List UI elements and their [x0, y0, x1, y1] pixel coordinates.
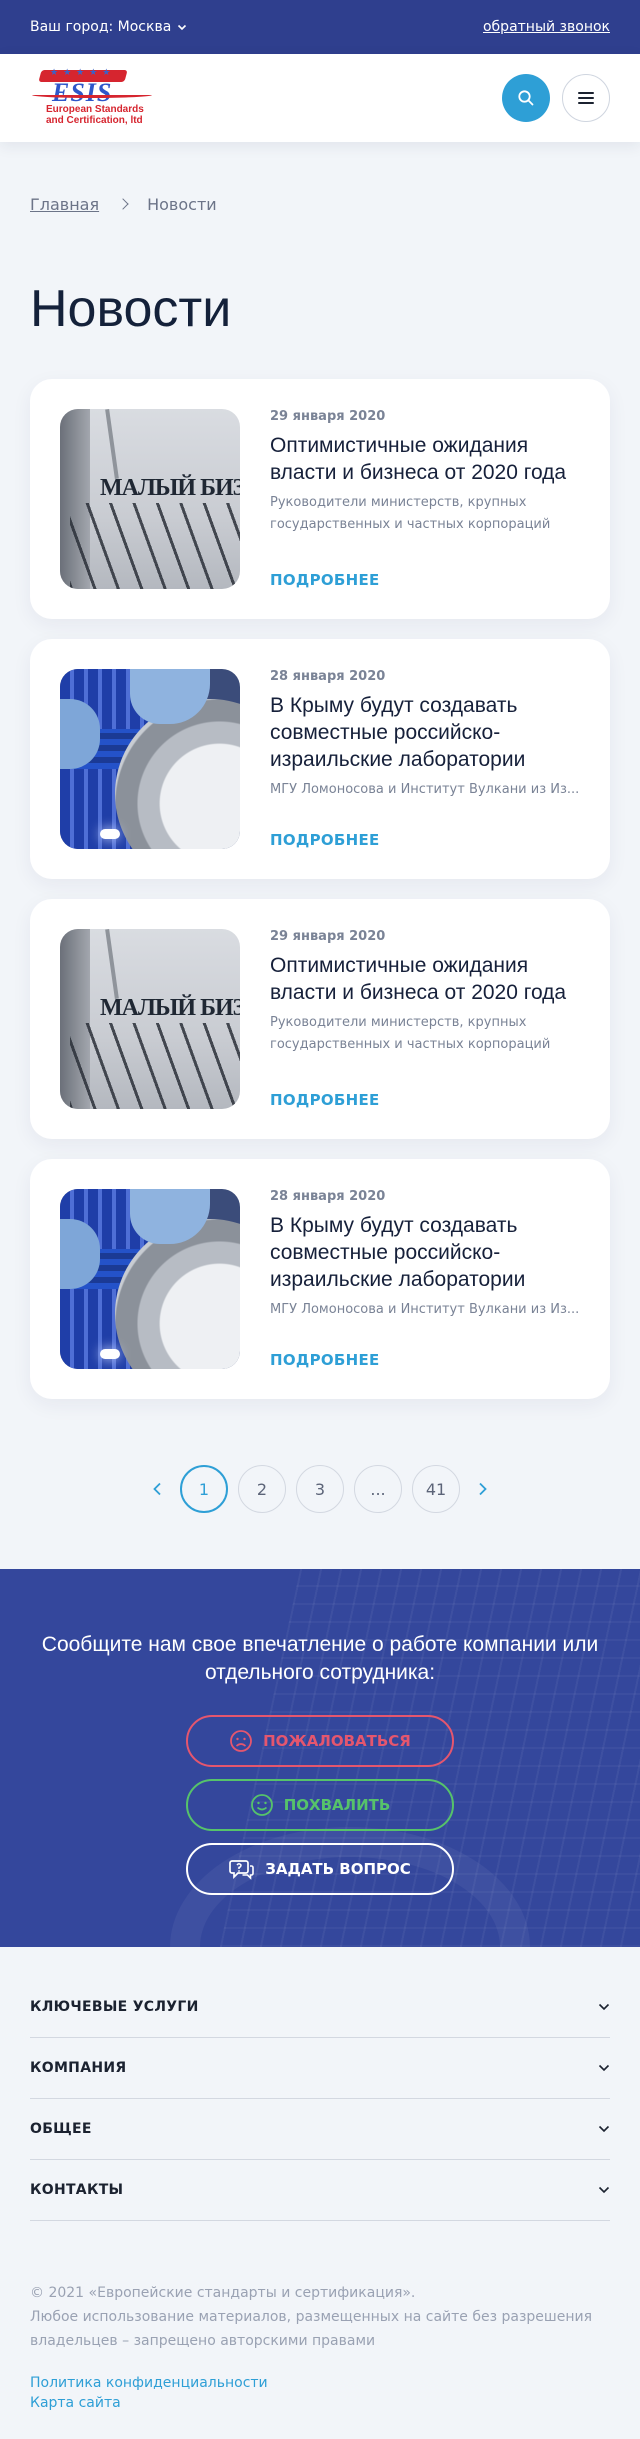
ask-question-button[interactable]: ЗАДАТЬ ВОПРОС	[186, 1843, 454, 1895]
footer-section-label: КОНТАКТЫ	[30, 2182, 124, 2198]
chevron-down-icon	[178, 24, 187, 31]
chevron-down-icon	[598, 2003, 610, 2011]
hamburger-icon	[578, 92, 594, 104]
news-title[interactable]: Оптимистичные ожидания власти и бизнеса …	[270, 432, 582, 486]
city-selector[interactable]: Ваш город: Москва	[30, 19, 187, 35]
copyright-line-2: Любое использование материалов, размещен…	[30, 2309, 592, 2349]
footer-links: Политика конфиденциальности Карта сайта	[30, 2353, 610, 2411]
privacy-policy-link[interactable]: Политика конфиденциальности	[30, 2375, 610, 2391]
copyright-line-1: © 2021 «Европейские стандарты и сертифик…	[30, 2285, 416, 2301]
news-excerpt: Руководители министерств, крупных госуда…	[270, 495, 551, 532]
complain-label: ПОЖАЛОВАТЬСЯ	[263, 1732, 411, 1750]
news-card-body: 29 января 2020 Оптимистичные ожидания вл…	[240, 409, 582, 589]
page-ellipsis-button[interactable]: ...	[354, 1465, 402, 1513]
company-logo[interactable]: ★★★★★ ESIS European Standards and Certif…	[30, 68, 164, 126]
search-button[interactable]	[502, 74, 550, 122]
page-button-2[interactable]: 2	[238, 1465, 286, 1513]
chevron-down-icon	[598, 2125, 610, 2133]
news-card-body: 29 января 2020 Оптимистичные ожидания вл…	[240, 929, 582, 1109]
footer-accordion-key-services[interactable]: КЛЮЧЕВЫЕ УСЛУГИ	[30, 1977, 610, 2038]
sitemap-link[interactable]: Карта сайта	[30, 2395, 610, 2411]
site-header: ★★★★★ ESIS European Standards and Certif…	[0, 54, 640, 142]
image-caption: МАЛЫЙ БИЗНЕС	[100, 475, 240, 501]
page-title: Новости	[30, 280, 232, 338]
next-page-button[interactable]	[470, 1465, 496, 1513]
footer-accordion-contacts[interactable]: КОНТАКТЫ	[30, 2160, 610, 2221]
complain-button[interactable]: ПОЖАЛОВАТЬСЯ	[186, 1715, 454, 1767]
news-title[interactable]: В Крыму будут создавать совместные росси…	[270, 692, 582, 773]
read-more-link[interactable]: ПОДРОБНЕЕ	[270, 1351, 380, 1369]
logo-line-1: European Standards	[46, 104, 144, 115]
header-actions	[502, 74, 610, 122]
praise-button[interactable]: ПОХВАЛИТЬ	[186, 1779, 454, 1831]
read-more-link[interactable]: ПОДРОБНЕЕ	[270, 571, 380, 589]
city-label[interactable]: Ваш город: Москва	[30, 19, 171, 35]
news-date: 28 января 2020	[270, 1189, 386, 1204]
feedback-buttons: ПОЖАЛОВАТЬСЯ ПОХВАЛИТЬ ЗАДАТЬ ВОПРОС	[0, 1715, 640, 1895]
sad-face-icon	[230, 1730, 253, 1752]
logo-line-2: and Certification, ltd	[46, 115, 143, 126]
page-button-3[interactable]: 3	[296, 1465, 344, 1513]
search-icon	[518, 90, 534, 106]
question-chat-icon	[229, 1860, 254, 1880]
footer-section-label: ОБЩЕЕ	[30, 2121, 92, 2137]
read-more-link[interactable]: ПОДРОБНЕЕ	[270, 1091, 380, 1109]
news-title[interactable]: Оптимистичные ожидания власти и бизнеса …	[270, 952, 582, 1006]
news-excerpt: МГУ Ломоносова и Институт Вулкани из Из.…	[270, 782, 580, 797]
page-button-1[interactable]: 1	[180, 1465, 228, 1513]
logo-swoosh	[32, 92, 152, 98]
news-date: 29 января 2020	[270, 929, 386, 944]
news-date: 28 января 2020	[270, 669, 386, 684]
callback-link[interactable]: обратный звонок	[483, 19, 610, 35]
pagination: 1 2 3 ... 41	[0, 1419, 640, 1539]
copyright: © 2021 «Европейские стандарты и сертифик…	[30, 2221, 610, 2353]
breadcrumb-current: Новости	[147, 194, 217, 214]
praise-label: ПОХВАЛИТЬ	[283, 1796, 391, 1814]
news-card-body: 28 января 2020 В Крыму будут создавать с…	[240, 1189, 582, 1369]
news-date: 29 января 2020	[270, 409, 386, 424]
news-card-body: 28 января 2020 В Крыму будут создавать с…	[240, 669, 582, 849]
breadcrumb-separator-icon	[117, 198, 129, 210]
menu-button[interactable]	[562, 74, 610, 122]
logo-stars: ★★★★★	[50, 68, 116, 78]
footer-accordion-general[interactable]: ОБЩЕЕ	[30, 2099, 610, 2160]
small-business-image[interactable]: МАЛЫЙ БИЗНЕС	[60, 409, 240, 589]
feedback-section: Сообщите нам свое впечатление о работе к…	[0, 1569, 640, 1947]
news-title[interactable]: В Крыму будут создавать совместные росси…	[270, 1212, 582, 1293]
laboratory-image[interactable]	[60, 1189, 240, 1369]
ask-question-label: ЗАДАТЬ ВОПРОС	[265, 1860, 411, 1878]
site-footer: КЛЮЧЕВЫЕ УСЛУГИ КОМПАНИЯ ОБЩЕЕ КОНТАКТЫ …	[0, 1947, 640, 2411]
small-business-image[interactable]: МАЛЫЙ БИЗНЕС	[60, 929, 240, 1109]
breadcrumb-home-link[interactable]: Главная	[30, 195, 99, 214]
laboratory-image[interactable]	[60, 669, 240, 849]
smile-face-icon	[250, 1794, 273, 1816]
prev-page-button[interactable]	[144, 1465, 170, 1513]
chevron-left-icon	[153, 1482, 161, 1496]
news-card[interactable]: МАЛЫЙ БИЗНЕС 29 января 2020 Оптимистичны…	[30, 379, 610, 619]
news-excerpt: Руководители министерств, крупных госуда…	[270, 1015, 551, 1052]
image-caption: МАЛЫЙ БИЗНЕС	[100, 995, 240, 1021]
news-card[interactable]: МАЛЫЙ БИЗНЕС 29 января 2020 Оптимистичны…	[30, 899, 610, 1139]
read-more-link[interactable]: ПОДРОБНЕЕ	[270, 831, 380, 849]
chevron-right-icon	[479, 1482, 487, 1496]
page-button-41[interactable]: 41	[412, 1465, 460, 1513]
feedback-title: Сообщите нам свое впечатление о работе к…	[41, 1633, 599, 1684]
news-list: МАЛЫЙ БИЗНЕС 29 января 2020 Оптимистичны…	[0, 379, 640, 1399]
breadcrumb: Главная Новости	[0, 142, 640, 224]
chevron-down-icon	[598, 2064, 610, 2072]
news-card[interactable]: 28 января 2020 В Крыму будут создавать с…	[30, 1159, 610, 1399]
news-card[interactable]: 28 января 2020 В Крыму будут создавать с…	[30, 639, 610, 879]
footer-section-label: КЛЮЧЕВЫЕ УСЛУГИ	[30, 1999, 199, 2015]
news-excerpt: МГУ Ломоносова и Институт Вулкани из Из.…	[270, 1302, 580, 1317]
footer-section-label: КОМПАНИЯ	[30, 2060, 127, 2076]
top-bar: Ваш город: Москва обратный звонок	[0, 0, 640, 54]
footer-accordion-company[interactable]: КОМПАНИЯ	[30, 2038, 610, 2099]
chevron-down-icon	[598, 2186, 610, 2194]
